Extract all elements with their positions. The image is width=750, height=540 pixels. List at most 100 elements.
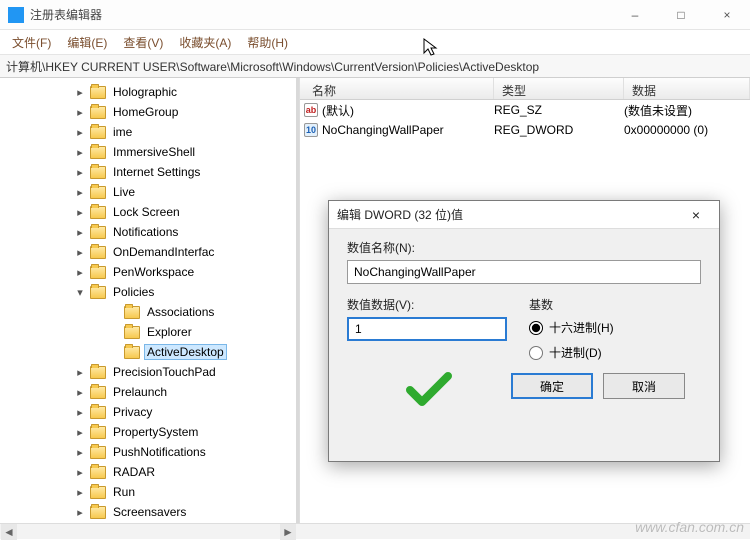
chevron-right-icon[interactable]: ▸ [72,426,88,439]
folder-icon [90,386,106,399]
folder-icon [90,426,106,439]
chevron-right-icon[interactable]: ▸ [72,266,88,279]
tree-node-privacy[interactable]: ▸Privacy [4,402,296,422]
column-type[interactable]: 类型 [494,78,624,99]
radio-hex-input[interactable] [529,321,543,335]
menu-edit[interactable]: 编辑(E) [61,32,113,53]
folder-icon [90,86,106,99]
chevron-right-icon[interactable]: ▸ [72,86,88,99]
chevron-right-icon[interactable]: ▸ [72,446,88,459]
dialog-body: 数值名称(N): 数值数据(V): 基数 十六进制(H) 十进制(D) [329,229,719,399]
menu-file[interactable]: 文件(F) [6,32,57,53]
maximize-button[interactable]: □ [658,0,704,30]
tree-label: RADAR [110,464,158,480]
chevron-right-icon[interactable]: ▸ [72,106,88,119]
chevron-down-icon[interactable]: ▾ [72,286,88,299]
tree-node-screensavers[interactable]: ▸Screensavers [4,502,296,522]
tree-label: ime [110,124,135,140]
tree-node-holographic[interactable]: ▸Holographic [4,82,296,102]
tree-label: Associations [144,304,217,320]
chevron-right-icon[interactable]: ▸ [72,226,88,239]
cancel-button[interactable]: 取消 [603,373,685,399]
tree-node-radar[interactable]: ▸ RADAR [4,462,296,482]
tree-node-explorer[interactable]: Explorer [4,322,296,342]
chevron-right-icon[interactable]: ▸ [72,246,88,259]
address-path: 计算机\HKEY CURRENT USER\Software\Microsoft… [6,58,539,75]
dialog-title: 编辑 DWORD (32 位)值 [337,206,681,223]
chevron-right-icon[interactable]: ▸ [72,466,88,479]
hscroll-right-icon[interactable]: ► [280,524,296,540]
close-button[interactable]: × [704,0,750,30]
tree-label: Internet Settings [110,164,203,180]
chevron-right-icon[interactable]: ▸ [72,366,88,379]
tree-node-notifications[interactable]: ▸Notifications [4,222,296,242]
watermark: www.cfan.com.cn [635,519,744,535]
address-bar[interactable]: 计算机\HKEY CURRENT USER\Software\Microsoft… [0,54,750,78]
hscroll-left-icon[interactable]: ◄ [1,524,17,540]
minimize-button[interactable]: – [612,0,658,30]
menu-help[interactable]: 帮助(H) [241,32,294,53]
tree-label: OnDemandInterfac [110,244,217,260]
menu-view[interactable]: 查看(V) [117,32,169,53]
value-name: (默认) [322,102,354,119]
column-name[interactable]: 名称 [304,78,494,99]
folder-icon [90,286,106,299]
tree-label: Policies [110,284,157,300]
folder-icon [90,406,106,419]
dialog-close-button[interactable]: × [681,203,711,227]
tree-node-policies[interactable]: ▾ Policies [4,282,296,302]
chevron-right-icon[interactable]: ▸ [72,166,88,179]
tree-pane[interactable]: ▸Holographic▸HomeGroup▸ime▸ImmersiveShel… [0,78,296,523]
tree-node-ime[interactable]: ▸ ime [4,122,296,142]
tree-node-ondemandinterfac[interactable]: ▸ OnDemandInterfac [4,242,296,262]
menubar: 文件(F) 编辑(E) 查看(V) 收藏夹(A) 帮助(H) [0,30,750,54]
tree-node-immersiveshell[interactable]: ▸ ImmersiveShell [4,142,296,162]
chevron-right-icon[interactable]: ▸ [72,146,88,159]
value-name: NoChangingWallPaper [322,123,444,137]
tree-node-lock-screen[interactable]: ▸Lock Screen [4,202,296,222]
tree-node-run[interactable]: ▸Run [4,482,296,502]
folder-icon [90,266,106,279]
tree-node-homegroup[interactable]: ▸HomeGroup [4,102,296,122]
tree-node-prelaunch[interactable]: ▸Prelaunch [4,382,296,402]
dialog-titlebar[interactable]: 编辑 DWORD (32 位)值 × [329,201,719,229]
tree-label: Live [110,184,138,200]
tree-node-pushnotifications[interactable]: ▸PushNotifications [4,442,296,462]
folder-icon [90,166,106,179]
list-header: 名称 类型 数据 [300,78,750,100]
folder-icon [90,106,106,119]
folder-icon [90,446,106,459]
column-data[interactable]: 数据 [624,78,750,99]
list-row[interactable]: ab(默认)REG_SZ(数值未设置) [300,100,750,120]
tree-node-penworkspace[interactable]: ▸PenWorkspace [4,262,296,282]
tree-node-propertysystem[interactable]: ▸PropertySystem [4,422,296,442]
radio-hex[interactable]: 十六进制(H) [529,319,614,336]
tree-label: ImmersiveShell [110,144,198,160]
chevron-right-icon[interactable]: ▸ [72,506,88,519]
chevron-right-icon[interactable]: ▸ [72,386,88,399]
menu-favorites[interactable]: 收藏夹(A) [173,32,237,53]
name-input[interactable] [347,260,701,284]
radio-dec-input[interactable] [529,346,543,360]
radio-dec[interactable]: 十进制(D) [529,344,614,361]
tree-node-live[interactable]: ▸ Live [4,182,296,202]
folder-icon [124,326,140,339]
chevron-right-icon[interactable]: ▸ [72,126,88,139]
tree-node-activedesktop[interactable]: ActiveDesktop [4,342,296,362]
tree-node-associations[interactable]: Associations [4,302,296,322]
window-title: 注册表编辑器 [30,6,612,23]
chevron-right-icon[interactable]: ▸ [72,186,88,199]
ok-button[interactable]: 确定 [511,373,593,399]
chevron-right-icon[interactable]: ▸ [72,486,88,499]
chevron-right-icon[interactable]: ▸ [72,206,88,219]
list-row[interactable]: 10NoChangingWallPaperREG_DWORD0x00000000… [300,120,750,140]
data-input[interactable] [347,317,507,341]
tree-node-precisiontouchpad[interactable]: ▸PrecisionTouchPad [4,362,296,382]
titlebar: 注册表编辑器 – □ × [0,0,750,30]
value-data: (数值未设置) [624,102,750,119]
tree-node-internet-settings[interactable]: ▸ Internet Settings [4,162,296,182]
folder-icon [90,466,106,479]
radio-dec-label: 十进制(D) [549,344,602,361]
chevron-right-icon[interactable]: ▸ [72,406,88,419]
tree-label: Explorer [144,324,195,340]
